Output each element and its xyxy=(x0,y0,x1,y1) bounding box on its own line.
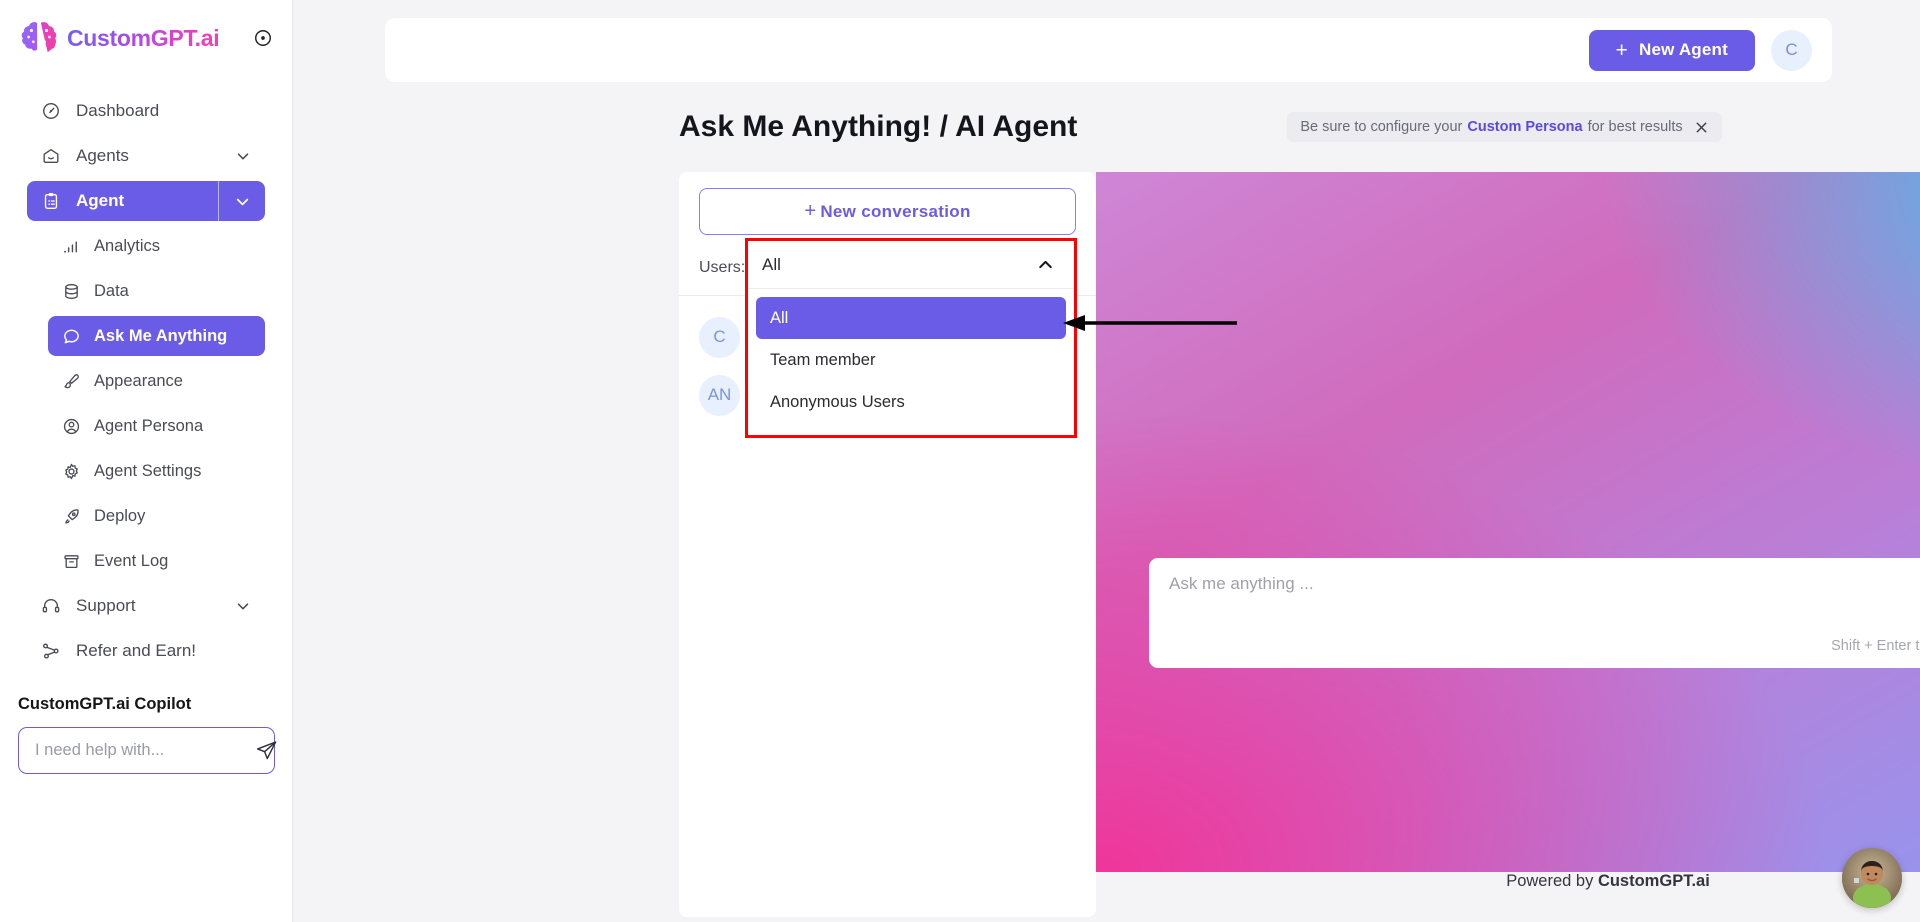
users-dropdown-option-team-member[interactable]: Team member xyxy=(756,339,1066,381)
new-agent-button[interactable]: + New Agent xyxy=(1588,29,1755,71)
collapse-circle-icon[interactable] xyxy=(252,27,274,49)
sidebar-item-agent-settings[interactable]: Agent Settings xyxy=(48,451,265,491)
copilot-title: CustomGPT.ai Copilot xyxy=(18,695,192,713)
paintbrush-icon xyxy=(61,370,81,392)
powered-by-footer: Powered by CustomGPT.ai xyxy=(1096,872,1920,891)
avatar: C xyxy=(699,316,740,358)
sidebar-item-dashboard[interactable]: Dashboard xyxy=(27,91,265,131)
brand-name: CustomGPT.ai xyxy=(67,24,220,51)
sidebar-item-deploy[interactable]: Deploy xyxy=(48,496,265,536)
chevron-down-icon[interactable] xyxy=(218,181,265,221)
sidebar-item-label: Data xyxy=(94,281,129,300)
sidebar-logo-row: CustomGPT.ai xyxy=(0,0,292,76)
send-paper-plane-icon[interactable] xyxy=(255,738,278,764)
users-dropdown-list: All Team member Anonymous Users xyxy=(748,289,1074,435)
avatar[interactable]: C xyxy=(1771,29,1812,71)
sidebar-item-label: Agent Persona xyxy=(94,416,204,435)
sidebar-item-label: Appearance xyxy=(94,371,183,390)
chat-input-box[interactable]: Ask me anything ... Shift + Enter to add… xyxy=(1149,558,1920,668)
database-icon xyxy=(61,280,81,302)
sidebar-item-appearance[interactable]: Appearance xyxy=(48,361,265,401)
new-agent-label: New Agent xyxy=(1638,40,1728,59)
sidebar-item-data[interactable]: Data xyxy=(48,271,265,311)
header-row: Ask Me Anything! / AI Agent Be sure to c… xyxy=(679,104,1920,150)
close-icon[interactable] xyxy=(1694,120,1709,135)
users-dropdown-option-all[interactable]: All xyxy=(756,297,1066,339)
users-dropdown-option-anonymous-users[interactable]: Anonymous Users xyxy=(756,381,1066,423)
sidebar-item-analytics[interactable]: Analytics xyxy=(48,226,265,266)
gear-icon xyxy=(61,460,81,482)
plus-icon: + xyxy=(1615,38,1628,62)
main-content: + New Agent C Ask Me Anything! / AI Agen… xyxy=(293,0,1920,922)
sidebar: CustomGPT.ai Dashboard Agents Agent Anal… xyxy=(0,0,293,922)
powered-by-brand: CustomGPT.ai xyxy=(1597,872,1710,890)
sidebar-item-event-log[interactable]: Event Log xyxy=(48,541,265,581)
copilot-input-box[interactable] xyxy=(18,727,278,774)
sidebar-item-label: Deploy xyxy=(94,506,146,525)
chat-input-placeholder[interactable]: Ask me anything ... xyxy=(1169,574,1920,594)
brain-logo xyxy=(20,21,58,55)
custom-persona-notice: Be sure to configure your Custom Persona… xyxy=(1287,112,1722,142)
sidebar-item-label: Agents xyxy=(76,146,129,165)
chevron-down-icon[interactable] xyxy=(234,597,252,615)
copilot-section: CustomGPT.ai Copilot xyxy=(0,695,293,774)
sidebar-item-refer-and-earn[interactable]: Refer and Earn! xyxy=(27,631,265,671)
sidebar-item-support[interactable]: Support xyxy=(27,586,265,626)
agents-icon xyxy=(40,145,62,167)
archive-box-icon xyxy=(61,550,81,572)
sidebar-item-label: Analytics xyxy=(94,236,161,255)
rocket-icon xyxy=(61,505,81,527)
users-dropdown-control[interactable]: All xyxy=(748,241,1074,289)
sidebar-item-label: Support xyxy=(76,596,136,615)
new-conversation-label: New conversation xyxy=(820,201,971,221)
powered-by-prefix: Powered by xyxy=(1506,872,1594,890)
copilot-input[interactable] xyxy=(35,741,255,760)
sidebar-item-ask-me-anything[interactable]: Ask Me Anything xyxy=(48,316,265,356)
notice-suffix: for best results xyxy=(1587,119,1683,135)
page-title: Ask Me Anything! / AI Agent xyxy=(679,110,1078,143)
custom-persona-link[interactable]: Custom Persona xyxy=(1467,119,1582,135)
dashboard-icon xyxy=(40,100,62,122)
sidebar-item-label: Dashboard xyxy=(76,101,160,120)
users-dropdown: All All Team member Anonymous Users xyxy=(745,238,1077,438)
user-circle-icon xyxy=(61,415,81,437)
analytics-bars-icon xyxy=(61,235,81,257)
chat-preview-area: Ask me anything ... Shift + Enter to add… xyxy=(1096,172,1920,872)
sidebar-item-label: Agent xyxy=(76,191,125,210)
app-root: CustomGPT.ai Dashboard Agents Agent Anal… xyxy=(0,0,1920,922)
sidebar-item-label: Event Log xyxy=(94,551,169,570)
share-nodes-icon xyxy=(40,640,62,662)
headset-icon xyxy=(40,595,62,617)
notice-prefix: Be sure to configure your xyxy=(1300,119,1463,135)
chat-bubble-icon xyxy=(61,325,81,347)
clipboard-icon xyxy=(40,190,62,212)
topbar: + New Agent C xyxy=(385,18,1832,82)
chat-input-hint: Shift + Enter to add a new line xyxy=(1831,638,1920,654)
chat-widget-avatar[interactable] xyxy=(1842,848,1902,908)
users-dropdown-value: All xyxy=(762,254,781,274)
chevron-down-icon[interactable] xyxy=(234,147,252,165)
users-filter-label: Users: xyxy=(699,259,746,276)
sidebar-item-label: Ask Me Anything xyxy=(94,326,228,345)
sidebar-item-label: Agent Settings xyxy=(94,461,202,480)
chevron-up-icon[interactable] xyxy=(1035,254,1056,275)
plus-icon: + xyxy=(804,200,817,222)
new-conversation-button[interactable]: + New conversation xyxy=(699,188,1076,235)
sidebar-nav: Dashboard Agents Agent Analytics Data As… xyxy=(0,76,292,671)
sidebar-item-label: Refer and Earn! xyxy=(76,641,197,660)
sidebar-item-agent[interactable]: Agent xyxy=(27,181,265,221)
sidebar-item-agent-persona[interactable]: Agent Persona xyxy=(48,406,265,446)
avatar: AN xyxy=(699,374,740,416)
sidebar-item-agents[interactable]: Agents xyxy=(27,136,265,176)
